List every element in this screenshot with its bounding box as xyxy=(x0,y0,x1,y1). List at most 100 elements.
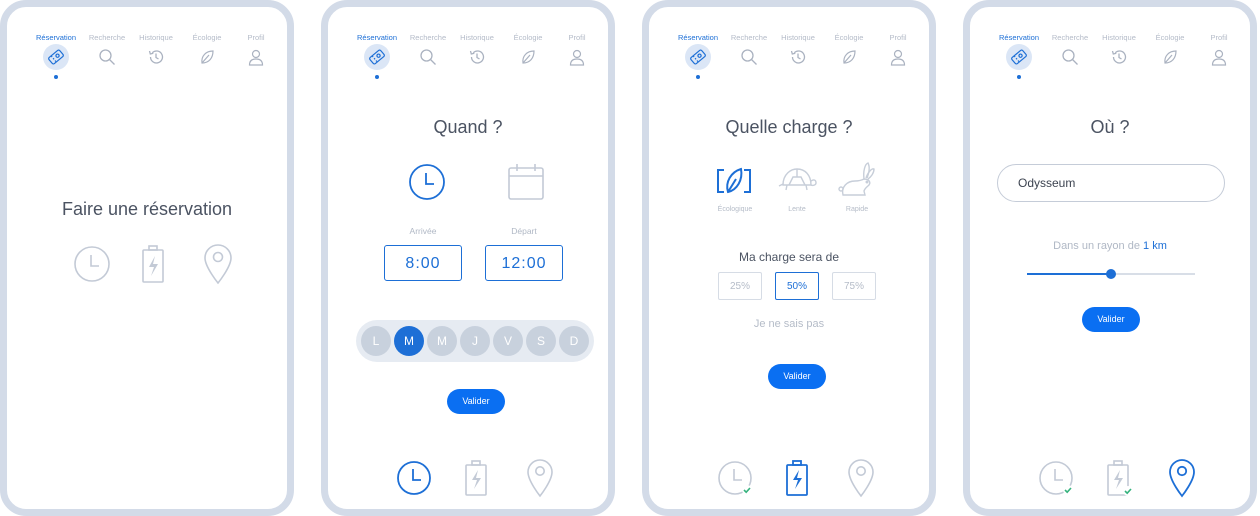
step-battery-icon[interactable] xyxy=(785,460,809,496)
nav-label: Historique xyxy=(139,33,173,42)
calendar-icon[interactable] xyxy=(507,163,545,201)
nav-label: Recherche xyxy=(1051,33,1089,42)
slow-charge-label: Lente xyxy=(788,206,806,213)
step-location-pin-icon[interactable] xyxy=(847,458,875,498)
step-clock-done-icon[interactable] xyxy=(1038,460,1074,496)
nav-tab-historique[interactable]: Historique xyxy=(128,33,184,70)
location-input[interactable]: Odysseum xyxy=(997,164,1225,202)
history-icon xyxy=(143,44,169,70)
radius-value: 1 km xyxy=(1143,240,1167,252)
nav-tab-historique[interactable]: Historique xyxy=(1091,33,1147,70)
active-indicator xyxy=(696,75,700,79)
leaf-icon xyxy=(1157,44,1183,70)
day-sunday[interactable]: D xyxy=(559,326,589,356)
leaf-icon xyxy=(836,44,862,70)
charge-prompt: Ma charge sera de xyxy=(738,250,840,264)
eco-charge-icon[interactable] xyxy=(715,164,753,198)
clock-icon[interactable] xyxy=(408,163,446,201)
search-icon xyxy=(1057,44,1083,70)
day-tuesday[interactable]: M xyxy=(394,326,424,356)
phone-screen-reservation: Réservation Recherche Historique Écologi… xyxy=(0,0,294,516)
percent-75-option[interactable]: 75% xyxy=(832,272,876,300)
phone-screen-charge: Réservation Recherche Historique Écologi… xyxy=(642,0,936,516)
percent-50-option[interactable]: 50% xyxy=(775,272,819,300)
nav-tab-profil[interactable]: Profil xyxy=(549,33,605,70)
nav-label: Écologie xyxy=(513,33,543,42)
nav-tab-recherche[interactable]: Recherche xyxy=(721,33,777,70)
validate-button[interactable]: Valider xyxy=(1082,307,1140,332)
step-battery-done-icon[interactable] xyxy=(1106,460,1133,496)
user-icon xyxy=(243,44,269,70)
clock-icon[interactable] xyxy=(73,245,111,283)
nav-label: Réservation xyxy=(35,33,77,42)
validate-button[interactable]: Valider xyxy=(768,364,826,389)
nav-tab-ecologie[interactable]: Écologie xyxy=(179,33,235,70)
user-icon xyxy=(564,44,590,70)
day-monday[interactable]: L xyxy=(361,326,391,356)
user-icon xyxy=(885,44,911,70)
arrival-time-field[interactable]: 8:00 xyxy=(384,245,462,281)
nav-tab-recherche[interactable]: Recherche xyxy=(400,33,456,70)
weekday-selector: L M M J V S D xyxy=(356,320,594,362)
nav-label: Recherche xyxy=(88,33,126,42)
ticket-icon xyxy=(685,44,711,70)
slider-fill xyxy=(1027,273,1111,275)
rabbit-icon[interactable] xyxy=(837,161,877,201)
battery-icon[interactable] xyxy=(140,245,166,283)
nav-tab-ecologie[interactable]: Écologie xyxy=(821,33,877,70)
check-icon xyxy=(742,485,752,495)
nav-tab-recherche[interactable]: Recherche xyxy=(79,33,135,70)
radius-text: Dans un rayon de 1 km xyxy=(970,240,1250,252)
departure-label: Départ xyxy=(511,226,537,236)
day-wednesday[interactable]: M xyxy=(427,326,457,356)
nav-label: Historique xyxy=(460,33,494,42)
top-nav: Réservation Recherche Historique Écologi… xyxy=(7,33,287,79)
location-pin-icon[interactable] xyxy=(203,243,233,285)
user-icon xyxy=(1206,44,1232,70)
nav-tab-profil[interactable]: Profil xyxy=(228,33,284,70)
search-icon xyxy=(736,44,762,70)
turtle-icon[interactable] xyxy=(777,165,817,195)
history-icon xyxy=(785,44,811,70)
phone-screen-where: Réservation Recherche Historique Écologi… xyxy=(963,0,1257,516)
nav-tab-reservation[interactable]: Réservation xyxy=(670,33,726,79)
nav-label: Recherche xyxy=(730,33,768,42)
slider-thumb[interactable] xyxy=(1106,269,1116,279)
step-location-pin-icon[interactable] xyxy=(1168,458,1196,498)
top-nav: Réservation Recherche Historique Écologi… xyxy=(970,33,1250,79)
day-friday[interactable]: V xyxy=(493,326,523,356)
check-icon xyxy=(1123,486,1133,496)
nav-tab-historique[interactable]: Historique xyxy=(449,33,505,70)
validate-button[interactable]: Valider xyxy=(447,389,505,414)
nav-label: Profil xyxy=(889,33,907,42)
nav-tab-ecologie[interactable]: Écologie xyxy=(500,33,556,70)
nav-tab-reservation[interactable]: Réservation xyxy=(991,33,1047,79)
departure-time-field[interactable]: 12:00 xyxy=(485,245,563,281)
search-icon xyxy=(94,44,120,70)
page-title: Quelle charge ? xyxy=(725,117,853,137)
nav-label: Réservation xyxy=(998,33,1040,42)
top-nav: Réservation Recherche Historique Écologi… xyxy=(328,33,608,79)
unknown-charge-link[interactable]: Je ne sais pas xyxy=(649,318,929,330)
day-saturday[interactable]: S xyxy=(526,326,556,356)
nav-tab-recherche[interactable]: Recherche xyxy=(1042,33,1098,70)
page-title: Quand ? xyxy=(433,117,503,137)
nav-tab-ecologie[interactable]: Écologie xyxy=(1142,33,1198,70)
percent-25-option[interactable]: 25% xyxy=(718,272,762,300)
nav-tab-profil[interactable]: Profil xyxy=(870,33,926,70)
radius-prefix: Dans un rayon de xyxy=(1053,240,1140,252)
nav-tab-historique[interactable]: Historique xyxy=(770,33,826,70)
nav-label: Profil xyxy=(247,33,265,42)
radius-slider[interactable] xyxy=(1027,266,1195,282)
nav-tab-reservation[interactable]: Réservation xyxy=(349,33,405,79)
step-location-pin-icon[interactable] xyxy=(526,458,554,498)
nav-tab-profil[interactable]: Profil xyxy=(1191,33,1247,70)
nav-label: Écologie xyxy=(834,33,864,42)
ticket-icon xyxy=(364,44,390,70)
step-clock-done-icon[interactable] xyxy=(717,460,753,496)
day-thursday[interactable]: J xyxy=(460,326,490,356)
nav-tab-reservation[interactable]: Réservation xyxy=(28,33,84,79)
step-battery-icon[interactable] xyxy=(464,460,488,496)
active-indicator xyxy=(54,75,58,79)
step-clock-icon[interactable] xyxy=(396,460,432,496)
